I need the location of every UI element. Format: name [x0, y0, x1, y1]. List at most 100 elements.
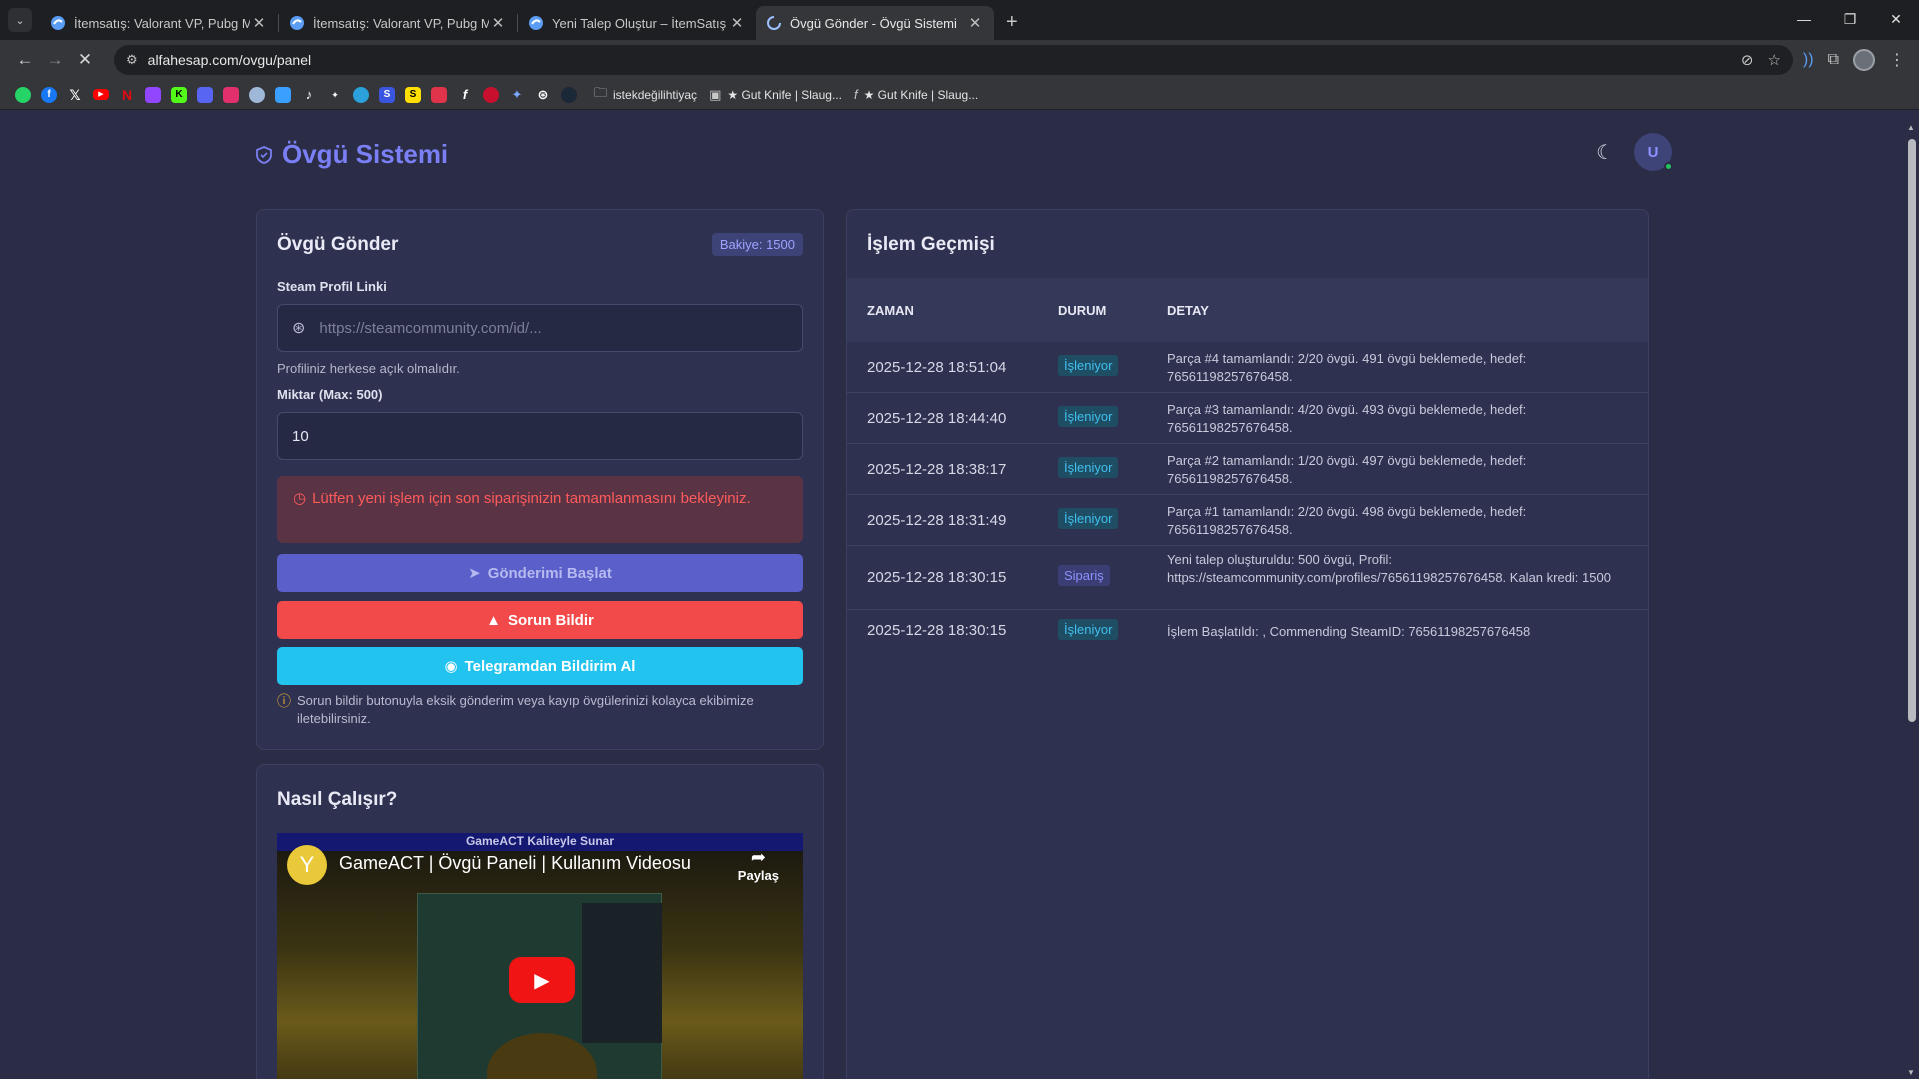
extensions-puzzle-icon[interactable]: ⧉	[1828, 51, 1839, 69]
channel-avatar[interactable]: Y	[287, 845, 327, 885]
column-header-status: DURUM	[1058, 302, 1107, 318]
bookmark-folder[interactable]: 🗀 istekdeğilihtiyaç	[594, 84, 697, 106]
column-header-detail: DETAY	[1167, 302, 1209, 318]
instagram-icon[interactable]	[218, 80, 244, 110]
share-button[interactable]: ➦ Paylaş	[738, 847, 779, 883]
start-sending-button[interactable]: ➤ Gönderimi Başlat	[277, 554, 803, 592]
row-detail: Yeni talep oluşturuldu: 500 övgü, Profil…	[1167, 552, 1611, 585]
brand-logo[interactable]: Övgü Sistemi	[256, 139, 448, 170]
youtube-icon[interactable]: ▶	[88, 80, 114, 110]
kick-icon[interactable]: K	[166, 80, 192, 110]
sahibinden-icon[interactable]: S	[400, 80, 426, 110]
files-icon[interactable]	[270, 80, 296, 110]
tab-1[interactable]: İtemsatış: Valorant VP, Pubg Mobile ✕	[40, 6, 278, 40]
tab-3[interactable]: Yeni Talep Oluştur – İtemSatış Destek ✕	[518, 6, 756, 40]
video-embed[interactable]: GameACT Kaliteyle Sunar Y GameACT | Övgü…	[277, 833, 803, 1079]
extension-icon[interactable]: ))	[1803, 51, 1814, 69]
scroll-down-icon[interactable]: ▼	[1907, 1068, 1915, 1077]
row-detail: Parça #4 tamamlandı: 2/20 övgü. 491 övgü…	[1167, 351, 1527, 384]
input-placeholder: https://steamcommunity.com/id/...	[319, 319, 542, 337]
scroll-up-icon[interactable]: ▲	[1907, 123, 1915, 132]
button-label: Gönderimi Başlat	[487, 564, 612, 582]
scrollbar-thumb[interactable]	[1908, 139, 1916, 722]
row-detail: İşlem Başlatıldı: , Commending SteamID: …	[1167, 624, 1531, 639]
status-badge: İşleniyor	[1058, 619, 1119, 640]
bookmark-star-icon[interactable]: ☆	[1767, 51, 1780, 69]
table-row: 2025-12-28 18:30:15 İşleniyor İşlem Başl…	[847, 610, 1648, 652]
shield-icon	[256, 145, 272, 164]
table-row: 2025-12-28 18:30:15 Sipariş Yeni talep o…	[847, 546, 1648, 610]
tab-4-active[interactable]: Övgü Gönder - Övgü Sistemi ✕	[756, 6, 994, 40]
profile-avatar[interactable]	[1853, 49, 1875, 71]
brand-title: Övgü Sistemi	[282, 139, 449, 169]
reddit-icon[interactable]	[426, 80, 452, 110]
card-title: İşlem Geçmişi	[867, 234, 995, 255]
video-title[interactable]: GameACT | Övgü Paneli | Kullanım Videosu	[339, 853, 691, 874]
row-time: 2025-12-28 18:38:17	[867, 461, 1007, 478]
ai-icon[interactable]: ✦	[322, 80, 348, 110]
transaction-history-card: İşlem Geçmişi ZAMAN DURUM DETAY 2025-12-…	[846, 209, 1649, 1079]
send-icon: ➤	[468, 565, 481, 582]
site-settings-icon[interactable]: ⚙	[126, 52, 138, 68]
menu-kebab-icon[interactable]: ⋮	[1889, 50, 1905, 70]
report-problem-button[interactable]: ▲ Sorun Bildir	[277, 601, 803, 639]
bookmark-item[interactable]: f ★ Gut Knife | Slaug...	[854, 87, 978, 102]
f-icon: f	[853, 87, 858, 102]
netflix-icon[interactable]: N	[114, 80, 140, 110]
page-scrollbar[interactable]: ▲ ▼	[1905, 121, 1919, 1079]
column-header-time: ZAMAN	[867, 302, 914, 318]
warning-icon: ▲	[486, 611, 501, 629]
play-button-icon[interactable]: ▶	[509, 957, 575, 1003]
tab-title: Yeni Talep Oluştur – İtemSatış Destek	[552, 15, 728, 31]
pinterest-icon[interactable]	[478, 80, 504, 110]
steam-profile-input[interactable]: ⊛ https://steamcommunity.com/id/...	[277, 304, 803, 352]
balance-badge: Bakiye: 1500	[711, 233, 803, 256]
chatgpt-icon[interactable]: ⊛	[530, 80, 556, 110]
steam-icon[interactable]	[556, 80, 582, 110]
close-tab-icon[interactable]: ✕	[250, 14, 268, 32]
new-tab-button[interactable]: +	[1006, 11, 1018, 34]
s-icon[interactable]: S	[374, 80, 400, 110]
gemini-icon[interactable]: ✦	[504, 80, 530, 110]
telegram-icon[interactable]	[348, 80, 374, 110]
close-tab-icon[interactable]: ✕	[966, 14, 984, 32]
telegram-notify-button[interactable]: ◉ Telegramdan Bildirim Al	[277, 647, 803, 685]
url-text[interactable]: alfahesap.com/ovgu/panel	[148, 52, 1727, 68]
back-icon[interactable]: ←	[10, 45, 40, 75]
minimize-icon[interactable]: —	[1781, 0, 1827, 38]
folder-icon: 🗀	[594, 84, 608, 100]
address-bar[interactable]: ⚙ alfahesap.com/ovgu/panel ⊘ ☆	[114, 45, 1793, 75]
report-note: ⓘ Sorun bildir butonuyla eksik gönderim …	[277, 692, 803, 728]
forward-icon[interactable]: →	[40, 45, 70, 75]
restore-icon[interactable]: ❐	[1827, 0, 1873, 38]
moon-icon[interactable]: ☾	[1596, 140, 1614, 165]
facebook-icon[interactable]: f	[36, 80, 62, 110]
bookmark-item[interactable]: ▣ ★ Gut Knife | Slaug...	[709, 87, 842, 103]
table-row: 2025-12-28 18:38:17 İşleniyor Parça #2 t…	[847, 444, 1648, 495]
row-detail: Parça #3 tamamlandı: 4/20 övgü. 493 övgü…	[1167, 402, 1527, 435]
x-icon[interactable]: 𝕏	[62, 80, 88, 110]
eye-off-icon[interactable]: ⊘	[1741, 51, 1754, 69]
close-tab-icon[interactable]: ✕	[728, 14, 746, 32]
onedrive-icon[interactable]	[244, 80, 270, 110]
tab-2[interactable]: İtemsatış: Valorant VP, Pubg Mobile ✕	[279, 6, 517, 40]
close-tab-icon[interactable]: ✕	[489, 14, 507, 32]
f-icon[interactable]: f	[452, 80, 478, 110]
bookmark-label: istekdeğilihtiyaç	[613, 87, 698, 102]
steam-help-text: Profiliniz herkese açık olmalıdır.	[277, 361, 460, 376]
amount-input[interactable]: 10	[277, 412, 803, 460]
button-label: Sorun Bildir	[508, 611, 594, 629]
stop-loading-icon[interactable]: ✕	[70, 45, 100, 75]
alert-text: Lütfen yeni işlem için son siparişinizin…	[312, 490, 751, 507]
twitch-icon[interactable]	[140, 80, 166, 110]
status-badge: İşleniyor	[1058, 457, 1119, 478]
table-row: 2025-12-28 18:31:49 İşleniyor Parça #1 t…	[847, 495, 1648, 546]
row-time: 2025-12-28 18:30:15	[867, 569, 1007, 586]
user-avatar[interactable]: U	[1634, 133, 1673, 171]
row-time: 2025-12-28 18:44:40	[867, 410, 1007, 427]
tab-search-button[interactable]: ⌄	[8, 8, 32, 32]
whatsapp-icon[interactable]	[10, 80, 36, 110]
tiktok-icon[interactable]: ♪	[296, 80, 322, 110]
close-window-icon[interactable]: ✕	[1873, 0, 1919, 38]
discord-icon[interactable]	[192, 80, 218, 110]
